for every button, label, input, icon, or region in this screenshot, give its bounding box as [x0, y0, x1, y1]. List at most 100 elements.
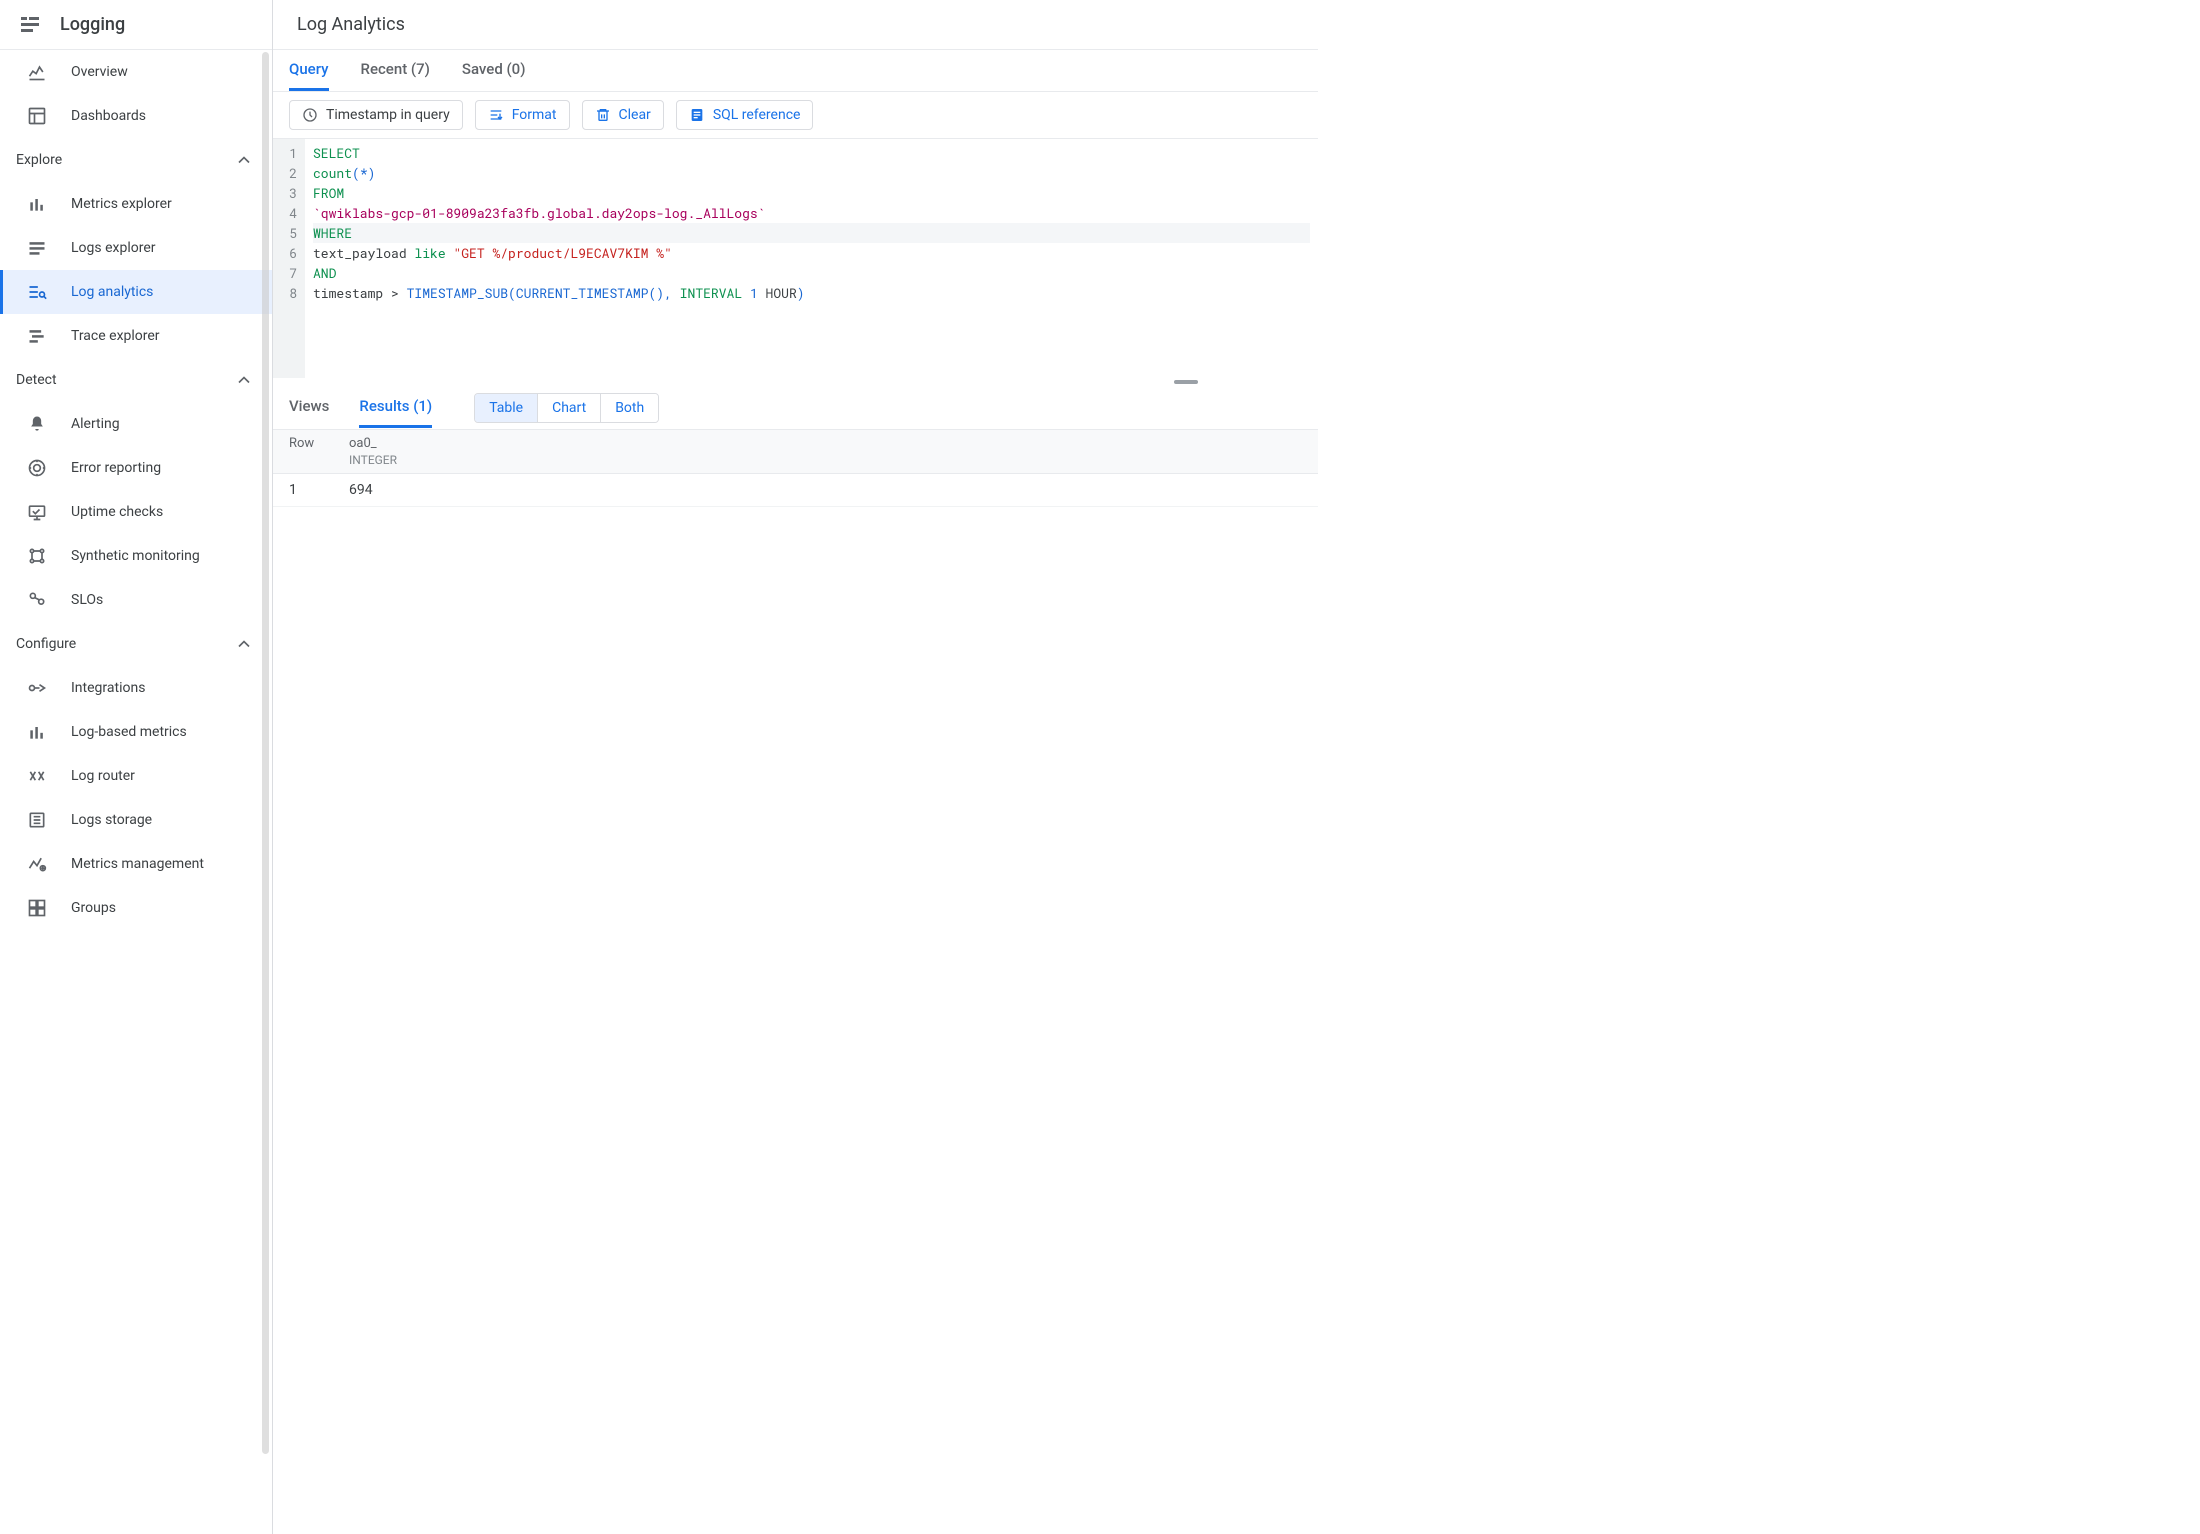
sidebar-item-label: Log router [71, 768, 135, 784]
clear-button[interactable]: Clear [582, 100, 664, 130]
groups-icon [27, 898, 47, 918]
code-line: count(*) [313, 163, 1310, 183]
sidebar-item-uptime-checks[interactable]: Uptime checks [0, 490, 272, 534]
slo-icon [27, 590, 47, 610]
sidebar-item-label: Dashboards [71, 108, 146, 124]
results-header: Row oa0_ INTEGER [273, 430, 1318, 474]
sidebar-item-label: Trace explorer [71, 328, 160, 344]
query-tab-saved[interactable]: Saved (0) [462, 50, 526, 91]
sidebar-item-label: Logs explorer [71, 240, 156, 256]
editor-code[interactable]: SELECTcount(*)FROM`qwiklabs-gcp-01-8909a… [305, 139, 1318, 378]
code-line: `qwiklabs-gcp-01-8909a23fa3fb.global.day… [313, 203, 1310, 223]
page-header: Log Analytics [273, 0, 1318, 50]
code-line: FROM [313, 183, 1310, 203]
sidebar-item-groups[interactable]: Groups [0, 886, 272, 930]
logging-icon [18, 13, 42, 37]
overview-icon [27, 62, 47, 82]
clear-button-label: Clear [619, 107, 651, 123]
resize-grip-icon [1174, 380, 1198, 384]
table-row[interactable]: 1694 [273, 474, 1318, 507]
sidebar-item-label: Metrics management [71, 856, 204, 872]
doc-icon [689, 107, 705, 123]
cell-row-num: 1 [289, 482, 349, 498]
results-table: Row oa0_ INTEGER 1694 [273, 430, 1318, 1534]
sidebar-item-logs-storage[interactable]: Logs storage [0, 798, 272, 842]
sidebar-item-integrations[interactable]: Integrations [0, 666, 272, 710]
error-icon [27, 458, 47, 478]
synthetic-icon [27, 546, 47, 566]
view-toggle-table[interactable]: Table [475, 394, 538, 422]
sidebar-item-log-based-metrics[interactable]: Log-based metrics [0, 710, 272, 754]
sidebar-item-label: Overview [71, 64, 128, 80]
chevron-up-icon [234, 370, 254, 390]
sidebar-item-label: Logs storage [71, 812, 152, 828]
sidebar-item-metrics-explorer[interactable]: Metrics explorer [0, 182, 272, 226]
col-header-data: oa0_ INTEGER [349, 436, 1302, 467]
sql-reference-button[interactable]: SQL reference [676, 100, 814, 130]
sidebar-scrollbar[interactable] [262, 52, 269, 1454]
sidebar-item-label: Log analytics [71, 284, 153, 300]
sidebar-item-synthetic-monitoring[interactable]: Synthetic monitoring [0, 534, 272, 578]
sidebar-item-trace-explorer[interactable]: Trace explorer [0, 314, 272, 358]
sidebar-header: Logging [0, 0, 272, 50]
sidebar-item-overview[interactable]: Overview [0, 50, 272, 94]
trash-icon [595, 107, 611, 123]
query-tab-query[interactable]: Query [289, 50, 329, 91]
col-name: oa0_ [349, 436, 377, 451]
sidebar-item-slos[interactable]: SLOs [0, 578, 272, 622]
timestamp-chip-label: Timestamp in query [326, 107, 450, 123]
sidebar-item-label: Synthetic monitoring [71, 548, 200, 564]
view-toggle-both[interactable]: Both [601, 394, 658, 422]
code-line: WHERE [313, 223, 1310, 243]
log-analytics-icon [27, 282, 47, 302]
format-button[interactable]: Format [475, 100, 570, 130]
editor-gutter: 12345678 [273, 139, 305, 378]
router-icon [27, 766, 47, 786]
dashboards-icon [27, 106, 47, 126]
sidebar-item-alerting[interactable]: Alerting [0, 402, 272, 446]
sidebar-title: Logging [60, 14, 125, 35]
sidebar-item-label: SLOs [71, 592, 103, 608]
sidebar-item-dashboards[interactable]: Dashboards [0, 94, 272, 138]
sql-editor[interactable]: 12345678 SELECTcount(*)FROM`qwiklabs-gcp… [273, 138, 1318, 378]
tab-views[interactable]: Views [289, 387, 329, 428]
sidebar-item-logs-explorer[interactable]: Logs explorer [0, 226, 272, 270]
sidebar-item-label: Metrics explorer [71, 196, 172, 212]
timestamp-chip[interactable]: Timestamp in query [289, 100, 463, 130]
sidebar-item-metrics-management[interactable]: Metrics management [0, 842, 272, 886]
chevron-up-icon [234, 150, 254, 170]
results-tabs: Views Results (1) TableChartBoth [273, 386, 1318, 430]
cell-value: 694 [349, 482, 1302, 498]
chevron-up-icon [234, 634, 254, 654]
code-line: AND [313, 263, 1310, 283]
sidebar-section-explore[interactable]: Explore [0, 138, 272, 182]
sidebar-section-configure[interactable]: Configure [0, 622, 272, 666]
query-tabs: Query Recent (7) Saved (0) [273, 50, 1318, 92]
tab-results[interactable]: Results (1) [359, 387, 432, 428]
sidebar-item-log-analytics[interactable]: Log analytics [0, 270, 272, 314]
sidebar-item-error-reporting[interactable]: Error reporting [0, 446, 272, 490]
sidebar-item-log-router[interactable]: Log router [0, 754, 272, 798]
sidebar-section-detect[interactable]: Detect [0, 358, 272, 402]
code-line: SELECT [313, 143, 1310, 163]
format-button-label: Format [512, 107, 557, 123]
sidebar-nav: Overview Dashboards Explore Metrics explore… [0, 50, 272, 930]
view-toggle: TableChartBoth [474, 393, 659, 423]
uptime-icon [27, 502, 47, 522]
editor-resize-handle[interactable] [273, 378, 1318, 386]
sidebar-section-label: Detect [16, 372, 57, 388]
sidebar-item-label: Alerting [71, 416, 120, 432]
clock-icon [302, 107, 318, 123]
main: Log Analytics Query Recent (7) Saved (0) T… [273, 0, 1318, 1534]
metrics-mgmt-icon [27, 854, 47, 874]
view-toggle-chart[interactable]: Chart [538, 394, 601, 422]
col-type: INTEGER [349, 453, 1302, 467]
logs-icon [27, 238, 47, 258]
format-icon [488, 107, 504, 123]
code-line: timestamp > TIMESTAMP_SUB(CURRENT_TIMEST… [313, 283, 1310, 303]
integrations-icon [27, 678, 47, 698]
sidebar-item-label: Error reporting [71, 460, 161, 476]
sql-reference-label: SQL reference [713, 107, 801, 123]
query-tab-recent[interactable]: Recent (7) [361, 50, 430, 91]
sidebar-item-label: Integrations [71, 680, 145, 696]
